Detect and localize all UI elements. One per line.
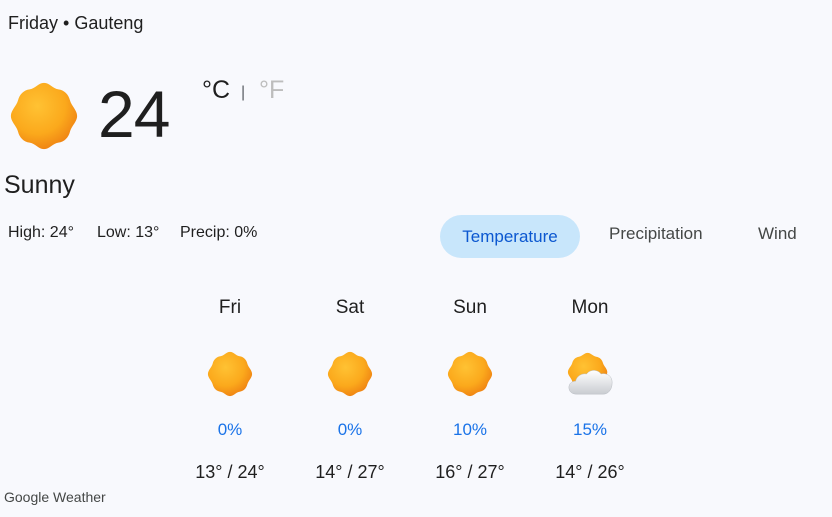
day-precipitation: 15% bbox=[572, 420, 608, 439]
sun-icon bbox=[10, 82, 78, 150]
source-credit[interactable]: Google Weather bbox=[4, 489, 106, 505]
day-name: Mon bbox=[571, 297, 609, 318]
day-temperature-range: 13° / 24° bbox=[195, 462, 265, 482]
day-temperature-range: 14° / 26° bbox=[555, 462, 625, 482]
low-temperature: Low: 13° bbox=[97, 224, 160, 241]
forecast-day[interactable]: Fri 0% 13° / 24° bbox=[170, 296, 290, 483]
day-temperature-range: 16° / 27° bbox=[435, 462, 505, 482]
fahrenheit-toggle[interactable]: °F bbox=[259, 76, 284, 105]
location-title: Friday • Gauteng bbox=[8, 13, 144, 33]
day-name: Fri bbox=[218, 297, 242, 318]
day-temperature-range: 14° / 27° bbox=[315, 462, 385, 482]
day-name: Sat bbox=[335, 297, 365, 318]
unit-separator: | bbox=[241, 84, 246, 101]
day-precipitation: 0% bbox=[337, 420, 363, 439]
sun-icon bbox=[447, 351, 493, 397]
forecast-day[interactable]: Mon 15% 14° / 26° bbox=[530, 296, 650, 483]
sun-icon bbox=[327, 351, 373, 397]
tab-precipitation[interactable]: Precipitation bbox=[609, 224, 703, 244]
forecast-day[interactable]: Sun 10% 16° / 27° bbox=[410, 296, 530, 483]
precipitation-chance: Precip: 0% bbox=[180, 224, 258, 241]
day-name: Sun bbox=[453, 297, 487, 318]
forecast-day[interactable]: Sat 0% 14° / 27° bbox=[290, 296, 410, 483]
tab-temperature[interactable]: Temperature bbox=[440, 215, 580, 258]
day-precipitation: 10% bbox=[452, 420, 488, 439]
weather-condition: Sunny bbox=[4, 171, 75, 199]
celsius-toggle[interactable]: °C bbox=[202, 76, 230, 105]
day-precipitation: 0% bbox=[217, 420, 243, 439]
sun-icon bbox=[207, 351, 253, 397]
partly-cloudy-icon bbox=[567, 352, 613, 395]
current-temperature: 24 bbox=[98, 77, 170, 151]
tab-wind[interactable]: Wind bbox=[758, 224, 797, 244]
high-temperature: High: 24° bbox=[8, 224, 74, 241]
